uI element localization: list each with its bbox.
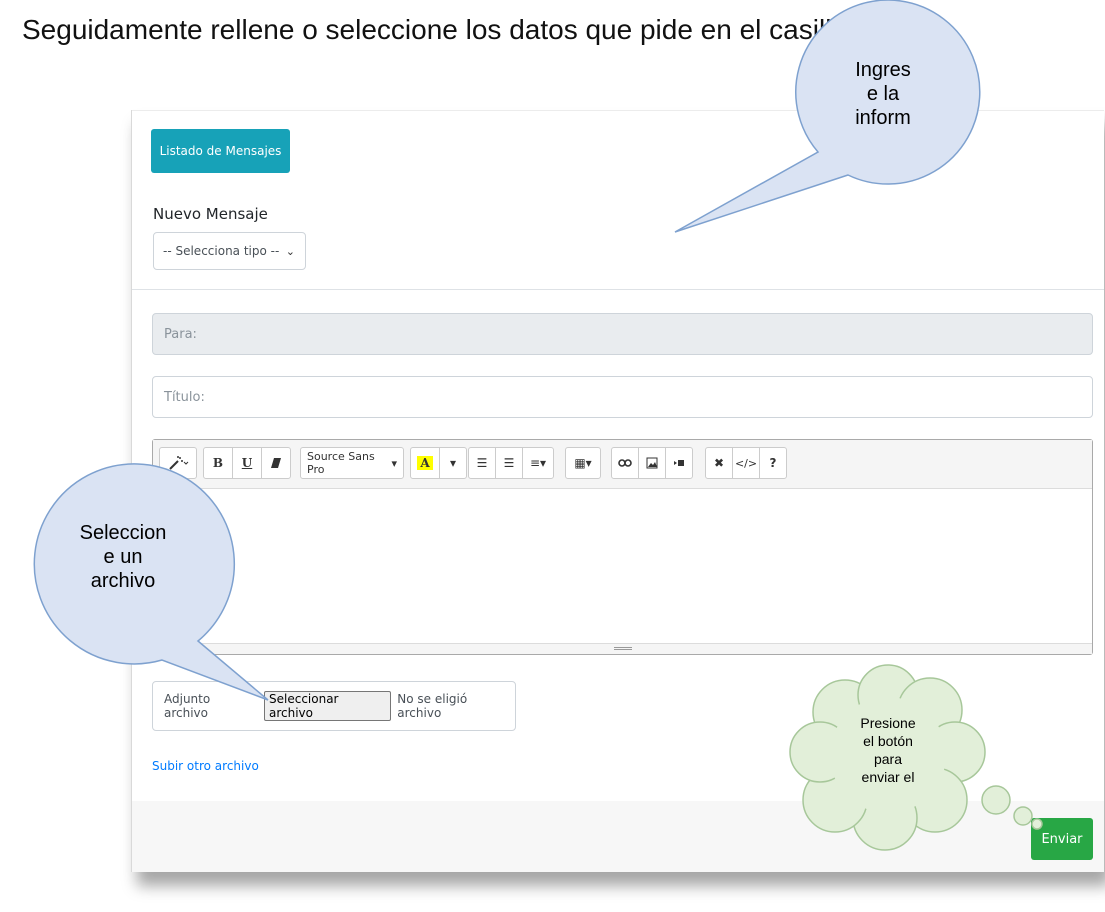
fullscreen-icon[interactable]: ✖ <box>705 447 733 479</box>
left-callout-line: archivo <box>90 570 156 592</box>
top-callout: Ingres e la inform <box>838 58 928 130</box>
link-icon[interactable] <box>611 447 639 479</box>
left-callout-line: Seleccion <box>79 522 167 544</box>
message-type-select[interactable]: -- Selecciona tipo -- ⌄ <box>153 232 306 270</box>
color-dropdown-icon[interactable]: ▾ <box>439 447 467 479</box>
cloud-callout-line: el botón <box>863 733 913 749</box>
font-family-label: Source Sans Pro <box>307 450 375 476</box>
instruction-heading: Seguidamente rellene o seleccione los da… <box>22 14 872 45</box>
text-color-icon[interactable]: A <box>410 447 440 479</box>
to-placeholder: Para: <box>164 326 197 342</box>
code-view-icon[interactable]: </> <box>732 447 760 479</box>
new-message-label: Nuevo Mensaje <box>153 205 268 223</box>
upload-another-link[interactable]: Subir otro archivo <box>152 759 259 773</box>
message-list-button[interactable]: Listado de Mensajes <box>151 129 290 173</box>
font-family-dropdown[interactable]: Source Sans Pro ▾ <box>300 447 404 479</box>
top-callout-line: e la <box>866 83 900 105</box>
underline-icon[interactable]: U <box>232 447 262 479</box>
insert-group <box>611 447 693 479</box>
misc-group: ✖ </> ? <box>705 447 787 479</box>
editor-content-area[interactable] <box>153 488 1092 644</box>
font-family-group: Source Sans Pro ▾ <box>300 447 404 479</box>
top-callout-line: inform <box>855 107 911 129</box>
no-file-text: No se eligió archivo <box>397 692 468 720</box>
help-icon[interactable]: ? <box>759 447 787 479</box>
editor-toolbar: B U Source Sans Pro ▾ A ▾ ☰ ☰ ≡▾ ▦▾ ✖ </… <box>153 440 1092 489</box>
title-placeholder: Título: <box>164 389 205 405</box>
table-group: ▦▾ <box>565 447 601 479</box>
grip-icon <box>613 647 632 650</box>
form-footer <box>132 801 1104 872</box>
to-field[interactable]: Para: <box>152 313 1093 355</box>
cloud-callout-line: enviar el <box>861 769 915 785</box>
send-button[interactable]: Enviar <box>1031 818 1093 860</box>
ordered-list-icon[interactable]: ☰ <box>495 447 523 479</box>
left-callout-line: e un <box>103 546 143 568</box>
editor-resize-handle[interactable] <box>153 643 1092 654</box>
unordered-list-icon[interactable]: ☰ <box>468 447 496 479</box>
section-divider <box>132 289 1104 290</box>
title-field[interactable]: Título: <box>152 376 1093 418</box>
choose-file-button[interactable]: Seleccionar archivo <box>264 691 392 721</box>
video-icon[interactable] <box>665 447 693 479</box>
paragraph-align-icon[interactable]: ≡▾ <box>522 447 554 479</box>
bold-icon[interactable]: B <box>203 447 233 479</box>
style-group <box>159 447 197 479</box>
message-type-value: -- Selecciona tipo -- <box>163 244 280 258</box>
cloud-callout-line: para <box>873 751 903 767</box>
cloud-callout: Presione el botón para enviar el <box>838 714 938 786</box>
chevron-down-icon: ⌄ <box>285 244 295 258</box>
left-callout: Seleccion e un archivo <box>62 521 184 593</box>
attachment-group: Adjunto archivo Seleccionar archivo No s… <box>152 681 516 731</box>
card-top-border <box>132 110 1104 111</box>
paragraph-group: ☰ ☰ ≡▾ <box>468 447 554 479</box>
eraser-icon[interactable] <box>261 447 291 479</box>
cloud-callout-line: Presione <box>860 715 916 731</box>
magic-wand-icon[interactable] <box>159 447 197 479</box>
rich-text-editor: B U Source Sans Pro ▾ A ▾ ☰ ☰ ≡▾ ▦▾ ✖ </… <box>152 439 1093 655</box>
font-style-group: B U <box>203 447 291 479</box>
color-group: A ▾ <box>410 447 467 479</box>
table-icon[interactable]: ▦▾ <box>565 447 601 479</box>
attachment-label: Adjunto archivo <box>164 692 211 720</box>
top-callout-line: Ingres <box>855 59 911 81</box>
message-form-screenshot: Listado de Mensajes Nuevo Mensaje -- Sel… <box>131 110 1104 872</box>
picture-icon[interactable] <box>638 447 666 479</box>
